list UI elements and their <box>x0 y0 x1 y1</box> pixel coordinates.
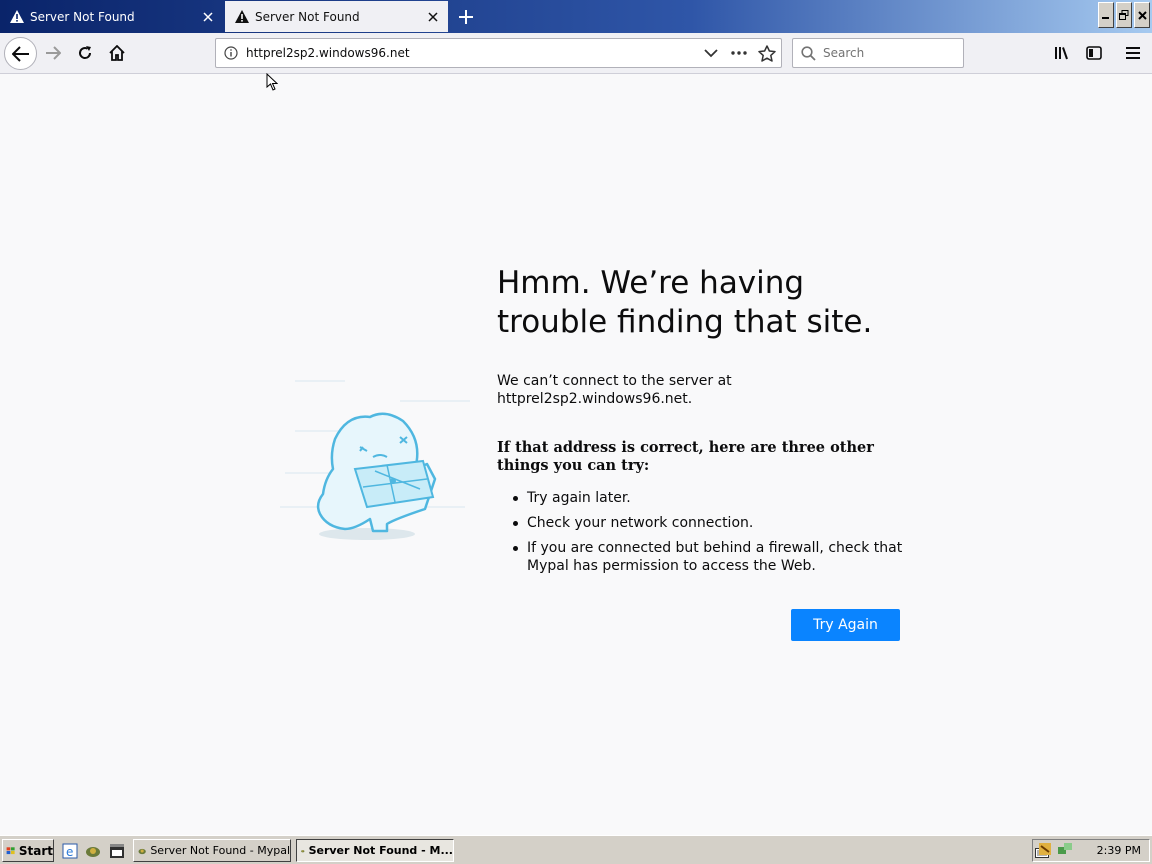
home-button[interactable] <box>105 41 129 65</box>
system-tray: 2:39 PM <box>1032 839 1150 862</box>
tray-app-icon[interactable] <box>1037 841 1053 860</box>
navigation-toolbar: httprel2sp2.windows96.net <box>0 33 1152 74</box>
start-label: Start <box>18 843 53 858</box>
tab-server-not-found-2[interactable]: Server Not Found <box>225 1 448 32</box>
info-icon[interactable] <box>216 46 246 60</box>
library-button[interactable] <box>1050 41 1074 65</box>
hamburger-icon <box>1126 47 1140 59</box>
back-arrow-icon <box>11 45 29 62</box>
new-tab-button[interactable] <box>454 5 478 29</box>
mouse-cursor-icon <box>266 73 278 91</box>
window-controls <box>1098 2 1150 28</box>
browser-quicklaunch-icon[interactable] <box>83 841 103 861</box>
error-description: We can’t connect to the server at httpre… <box>497 373 732 407</box>
mypal-icon <box>138 848 146 854</box>
search-box[interactable] <box>792 38 964 68</box>
warning-icon <box>10 10 24 24</box>
list-item: If you are connected but behind a firewa… <box>513 539 907 575</box>
clock[interactable]: 2:39 PM <box>1097 844 1141 857</box>
search-input[interactable] <box>823 46 953 60</box>
back-button[interactable] <box>4 37 37 70</box>
taskbar-button[interactable]: Server Not Found - Mypal <box>133 839 291 862</box>
url-bar[interactable]: httprel2sp2.windows96.net <box>215 38 782 68</box>
suggestions-heading: If that address is correct, here are thr… <box>497 439 874 474</box>
taskbar-button-label: Server Not Found - M... <box>308 844 453 857</box>
list-item: Try again later. <box>513 489 907 507</box>
restore-button[interactable] <box>1116 2 1132 28</box>
sidebar-button[interactable] <box>1082 41 1106 65</box>
reload-button[interactable] <box>73 41 97 65</box>
sidebar-icon <box>1086 46 1102 60</box>
start-button[interactable]: Start <box>2 839 54 862</box>
tab-strip: Server Not Found Server Not Found <box>0 0 1152 33</box>
windows-logo-icon <box>6 846 15 854</box>
taskbar-button-label: Server Not Found - Mypal <box>150 844 290 857</box>
error-message: Hmm. We’re having trouble finding that s… <box>497 264 907 582</box>
ie-quicklaunch-icon[interactable]: e <box>60 841 80 861</box>
search-icon <box>793 45 823 61</box>
try-again-button[interactable]: Try Again <box>791 609 900 641</box>
reload-icon <box>79 46 92 59</box>
home-icon <box>109 45 125 61</box>
list-item: Check your network connection. <box>513 514 907 532</box>
chevron-down-icon[interactable] <box>697 39 725 67</box>
taskbar-button-active[interactable]: Server Not Found - M... <box>296 839 454 862</box>
bookmark-star-icon[interactable] <box>753 39 781 67</box>
menu-button[interactable] <box>1121 41 1145 65</box>
forward-button[interactable] <box>41 41 65 65</box>
error-title: Hmm. We’re having trouble finding that s… <box>497 265 873 340</box>
tab-server-not-found-1[interactable]: Server Not Found <box>0 1 223 32</box>
tab-label: Server Not Found <box>255 9 360 24</box>
warning-icon <box>235 10 249 24</box>
minimize-button[interactable] <box>1098 2 1114 28</box>
network-icon[interactable] <box>1057 841 1073 860</box>
media-quicklaunch-icon[interactable] <box>107 841 127 861</box>
forward-arrow-icon <box>46 46 61 60</box>
error-illustration <box>275 369 475 549</box>
url-text[interactable]: httprel2sp2.windows96.net <box>246 46 697 60</box>
close-window-button[interactable] <box>1134 2 1150 28</box>
svg-text:e: e <box>66 845 73 859</box>
close-icon[interactable] <box>422 6 444 28</box>
suggestions-list: Try again later. Check your network conn… <box>497 489 907 575</box>
close-icon[interactable] <box>197 6 219 28</box>
page-content: Hmm. We’re having trouble finding that s… <box>0 74 1152 835</box>
tab-label: Server Not Found <box>30 9 135 24</box>
taskbar: Start e Server Not Found - Mypal Server … <box>0 835 1152 864</box>
page-actions-icon[interactable] <box>725 39 753 67</box>
library-icon <box>1055 47 1068 60</box>
mypal-icon <box>301 849 305 852</box>
